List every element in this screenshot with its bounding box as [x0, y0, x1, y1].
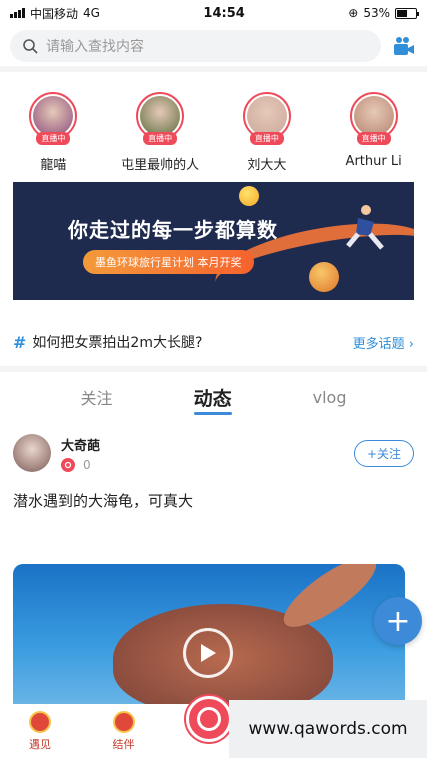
follow-button[interactable]: +关注	[353, 439, 414, 467]
avatar	[33, 96, 74, 136]
signal-icon	[10, 8, 25, 18]
live-badge: 直播中	[356, 132, 391, 145]
center-camera-button[interactable]	[186, 696, 232, 742]
live-user-0[interactable]: 直播中 龍喵	[8, 92, 98, 173]
play-button[interactable]	[183, 628, 233, 678]
tab-vlog[interactable]: vlog	[313, 388, 347, 407]
turtle-flipper	[274, 564, 386, 639]
live-user-name: 屯里最帅的人	[121, 158, 200, 173]
topic-question: 如何把女票拍出2m大长腿?	[32, 335, 203, 351]
tab-moments[interactable]: 动态	[193, 384, 232, 415]
search-placeholder: 请输入查找内容	[46, 39, 144, 55]
runner-illustration	[346, 205, 384, 250]
post-video[interactable]	[13, 564, 405, 714]
promo-banner[interactable]: 你走过的每一步都算数 墨鱼环球旅行星计划 本月开奖	[13, 182, 414, 300]
banner-headline: 你走过的每一步都算数	[68, 218, 278, 242]
video-camera-button[interactable]	[391, 33, 417, 59]
live-user-1[interactable]: 直播中 屯里最帅的人	[115, 92, 205, 173]
live-user-name: 龍喵	[40, 158, 67, 173]
orientation-lock-icon: ⊕	[348, 6, 359, 20]
feed-tabs: 关注 动态 vlog	[0, 372, 427, 422]
battery-percent: 53%	[363, 6, 390, 20]
battery-icon	[394, 7, 419, 19]
topic-row[interactable]: # 如何把女票拍出2m大长腿? 更多话题 ›	[0, 318, 427, 366]
post-count: 0	[83, 457, 91, 472]
live-avatar: 直播中	[242, 92, 291, 145]
more-topics-link[interactable]: 更多话题 ›	[353, 333, 414, 352]
play-icon	[201, 644, 216, 662]
tab-follow[interactable]: 关注	[81, 385, 113, 409]
live-user-name: Arthur Li	[345, 154, 402, 169]
live-user-name: 刘大大	[247, 158, 287, 173]
live-user-3[interactable]: 直播中 Arthur Li	[329, 92, 419, 169]
hashtag-icon: #	[13, 332, 27, 352]
clock: 14:54	[203, 5, 245, 21]
live-badge: 直播中	[143, 132, 178, 145]
planet-decoration	[239, 186, 259, 206]
live-badge: 直播中	[36, 132, 71, 145]
camera-icon	[197, 707, 221, 731]
banner-pill: 墨鱼环球旅行星计划 本月开奖	[83, 250, 254, 274]
search-input[interactable]: 请输入查找内容	[10, 30, 381, 62]
live-users-row: 直播中 龍喵 直播中 屯里最帅的人 直播中 刘大大 直播中 Arthur Li	[0, 72, 427, 182]
avatar	[246, 96, 287, 136]
nav-meet[interactable]: 遇见	[0, 711, 80, 752]
network: 4G	[83, 6, 100, 20]
post-username[interactable]: 大奇葩	[61, 435, 344, 454]
avatar[interactable]	[13, 434, 51, 472]
live-icon	[61, 457, 75, 472]
live-user-2[interactable]: 直播中 刘大大	[222, 92, 312, 173]
search-icon	[23, 39, 38, 54]
video-camera-icon	[394, 37, 414, 55]
watermark: www.qawords.com	[229, 700, 427, 758]
post-header: 大奇葩 0 +关注	[0, 422, 427, 472]
live-avatar: 直播中	[29, 92, 78, 145]
carrier: 中国移动	[30, 6, 79, 21]
avatar	[353, 96, 394, 136]
post-text: 潜水遇到的大海龟，可真大	[13, 492, 194, 510]
meet-icon	[29, 711, 51, 733]
add-post-button[interactable]: +	[374, 597, 422, 645]
live-badge: 直播中	[249, 132, 284, 145]
live-avatar: 直播中	[136, 92, 185, 145]
companion-icon	[112, 711, 135, 733]
nav-companion[interactable]: 结伴	[84, 711, 164, 752]
avatar	[140, 96, 181, 136]
live-avatar: 直播中	[349, 92, 398, 145]
nav-companion-label: 结伴	[112, 738, 135, 751]
status-bar: 中国移动 4G 14:54 ⊕ 53%	[0, 0, 427, 26]
nav-meet-label: 遇见	[29, 738, 51, 751]
